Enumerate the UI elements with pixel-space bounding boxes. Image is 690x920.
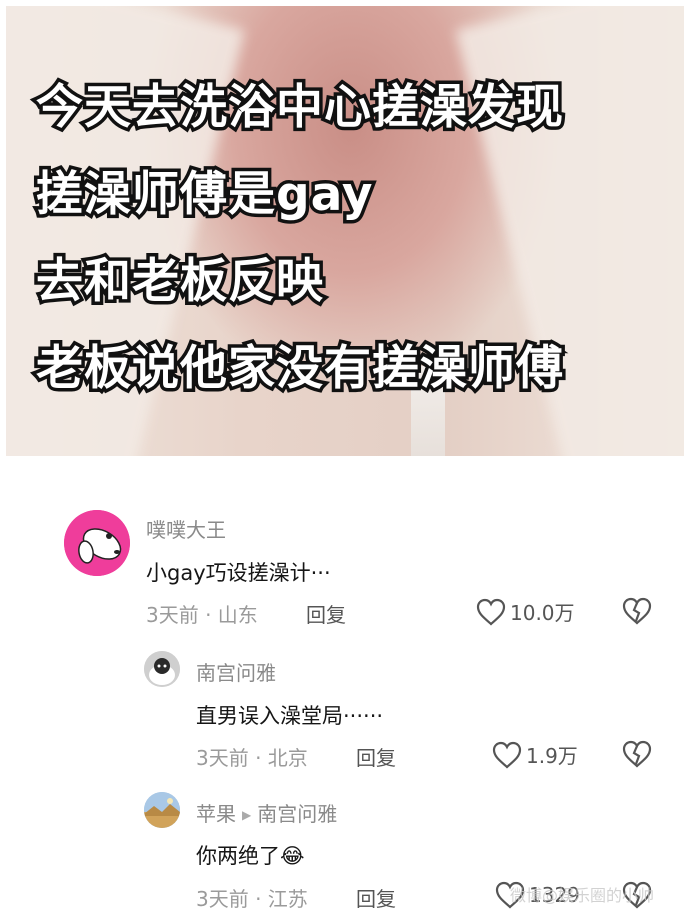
heart-icon — [492, 741, 522, 768]
comment-username[interactable]: 苹果 — [196, 802, 236, 826]
dog-avatar-icon — [64, 510, 130, 576]
comment-username-line: 苹果 ▶ 南宫问雅 — [196, 798, 337, 827]
video-caption: 今天去洗浴中心搓澡发现 搓澡师傅是gay 去和老板反映 老板说他家没有搓澡师傅 — [33, 64, 567, 412]
comment-text: 小gay巧设搓澡计··· — [146, 561, 331, 585]
reply-button[interactable]: 回复 — [356, 883, 396, 912]
broken-heart-icon — [622, 740, 652, 768]
caption-line: 去和老板反映 — [33, 251, 327, 313]
caption-line: 今天去洗浴中心搓澡发现 — [33, 77, 567, 139]
avatar[interactable] — [144, 651, 180, 687]
like-button[interactable]: 1.9万 — [492, 740, 578, 769]
reply-button[interactable]: 回复 — [356, 742, 396, 771]
comment-text-line: 你两绝了😂 — [196, 840, 305, 870]
caption-line: 搓澡师傅是gay — [33, 164, 377, 226]
landscape-avatar-icon — [144, 792, 180, 828]
comment-time-location: 3天前 · 江苏 — [196, 887, 308, 911]
comment-time-location: 3天前 · 北京 — [196, 746, 308, 770]
comment-username[interactable]: 噗噗大王 — [146, 514, 226, 543]
cat-avatar-icon — [144, 651, 180, 687]
reply-button[interactable]: 回复 — [306, 599, 346, 628]
dislike-button[interactable] — [622, 597, 652, 629]
broken-heart-icon — [622, 597, 652, 625]
like-count: 10.0万 — [510, 601, 575, 625]
watermark: 微博@娱乐圈的小帅 — [510, 886, 655, 905]
like-button[interactable]: 10.0万 — [476, 597, 575, 626]
reply-arrow-icon: ▶ — [242, 808, 252, 822]
comment-text: 直男误入澡堂局······ — [196, 704, 384, 728]
video-thumbnail[interactable]: 今天去洗浴中心搓澡发现 搓澡师傅是gay 去和老板反映 老板说他家没有搓澡师傅 — [6, 6, 684, 456]
avatar[interactable] — [144, 792, 180, 828]
comment-time-location: 3天前 · 山东 — [146, 603, 258, 627]
heart-icon — [476, 598, 506, 625]
comment-username[interactable]: 南宫问雅 — [196, 657, 276, 686]
reply-to-username[interactable]: 南宫问雅 — [257, 802, 337, 826]
dislike-button[interactable] — [622, 740, 652, 772]
avatar[interactable] — [64, 510, 130, 576]
like-count: 1.9万 — [526, 744, 578, 768]
comment-text: 你两绝了 — [196, 844, 280, 868]
laughing-emoji-icon: 😂 — [280, 844, 305, 868]
caption-line: 老板说他家没有搓澡师傅 — [33, 338, 567, 400]
